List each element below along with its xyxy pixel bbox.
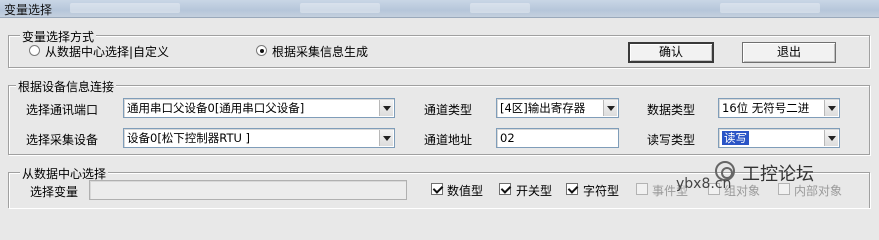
titlebar-ghost xyxy=(300,3,380,13)
port-label: 选择通讯端口 xyxy=(26,103,99,117)
data-type-select[interactable]: 16位 无符号二进 xyxy=(718,98,840,118)
titlebar-ghost xyxy=(470,3,530,13)
rw-type-select[interactable]: 读写 xyxy=(718,128,840,148)
titlebar-ghost xyxy=(70,3,180,13)
rw-type-label: 读写类型 xyxy=(647,133,696,147)
radio-data-center-label[interactable]: 从数据中心选择|自定义 xyxy=(45,43,169,60)
channel-type-label: 通道类型 xyxy=(424,103,473,117)
chevron-down-icon[interactable] xyxy=(379,130,393,146)
radio-acquisition[interactable] xyxy=(256,45,267,56)
radio-data-center[interactable] xyxy=(29,45,40,56)
channel-type-value: [4区]输出寄存器 xyxy=(500,101,586,115)
title-bar: 变量选择 xyxy=(0,0,879,18)
data-type-label: 数据类型 xyxy=(647,103,696,117)
checkbox-event[interactable] xyxy=(636,183,648,195)
device-select[interactable]: 设备0[松下控制器RTU ] xyxy=(123,128,395,148)
checkbox-string-label[interactable]: 字符型 xyxy=(583,182,619,199)
channel-addr-input[interactable] xyxy=(496,128,619,148)
chevron-down-icon[interactable] xyxy=(824,100,838,116)
channel-type-select[interactable]: [4区]输出寄存器 xyxy=(496,98,619,118)
checkbox-switch[interactable] xyxy=(499,183,511,195)
window-title: 变量选择 xyxy=(4,3,53,17)
device-value: 设备0[松下控制器RTU ] xyxy=(127,131,251,145)
watermark-site: ybx8.cn xyxy=(676,176,732,192)
port-value: 通用串口父设备0[通用串口父设备] xyxy=(127,101,305,115)
exit-button[interactable]: 退出 xyxy=(742,42,836,63)
confirm-button[interactable]: 确认 xyxy=(628,42,714,63)
device-label: 选择采集设备 xyxy=(26,133,99,147)
device-info-legend: 根据设备信息连接 xyxy=(16,78,117,95)
radio-acquisition-label[interactable]: 根据采集信息生成 xyxy=(272,43,368,60)
checkbox-switch-label[interactable]: 开关型 xyxy=(516,182,552,199)
channel-addr-label: 通道地址 xyxy=(424,133,473,147)
titlebar-ghost xyxy=(720,3,820,13)
chevron-down-icon[interactable] xyxy=(824,130,838,146)
port-select[interactable]: 通用串口父设备0[通用串口父设备] xyxy=(123,98,395,118)
var-input[interactable] xyxy=(89,180,407,200)
checkbox-string[interactable] xyxy=(566,183,578,195)
radio-selected-dot xyxy=(260,49,264,53)
checkbox-numeric-label[interactable]: 数值型 xyxy=(447,182,483,199)
chevron-down-icon[interactable] xyxy=(603,100,617,116)
watermark-logo-text: 工控论坛 xyxy=(742,164,814,185)
chevron-down-icon[interactable] xyxy=(379,100,393,116)
checkbox-numeric[interactable] xyxy=(431,183,443,195)
var-label: 选择变量 xyxy=(30,185,79,199)
data-type-value: 16位 无符号二进 xyxy=(722,101,810,115)
rw-type-value: 读写 xyxy=(722,131,749,145)
